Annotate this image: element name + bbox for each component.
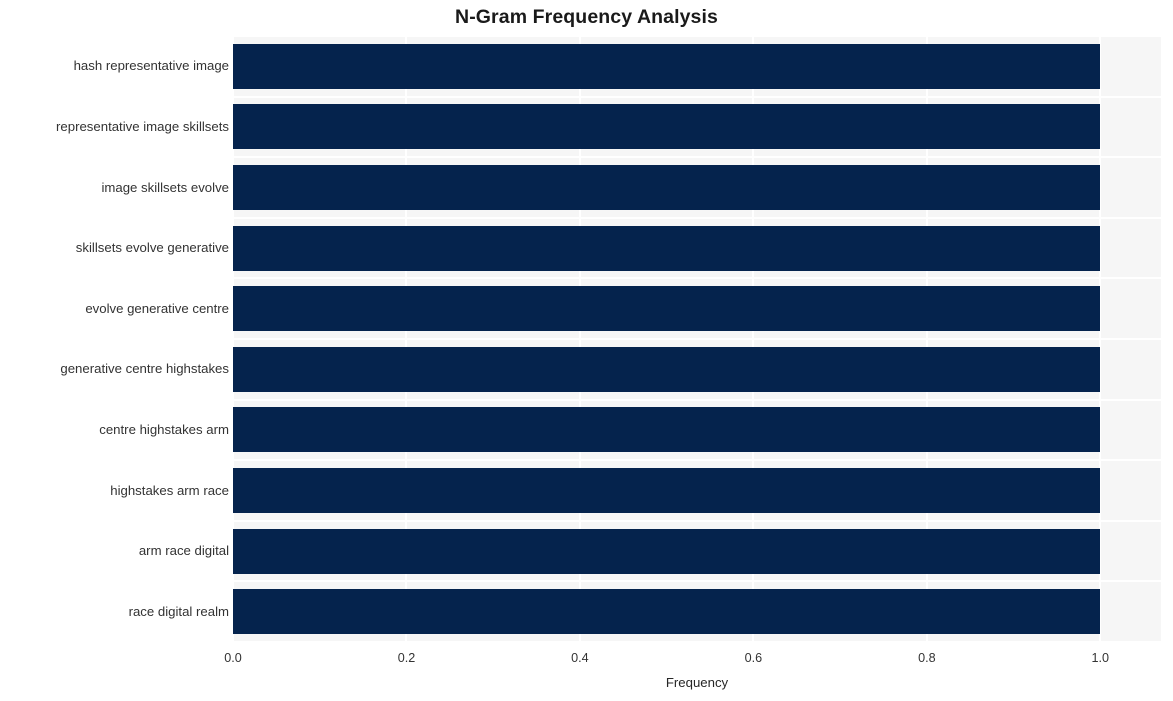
gridline-horizontal [233,156,1161,159]
bar [233,528,1101,574]
bar [233,407,1101,453]
bar [233,165,1101,210]
gridline-horizontal [233,641,1161,642]
x-tick-label: 0.6 [744,651,763,665]
y-tick-label: centre highstakes arm [99,421,229,437]
gridline-horizontal [233,36,1161,37]
y-tick-label: race digital realm [128,603,229,619]
x-tick-label: 0.0 [224,651,242,665]
bar [233,468,1101,513]
bar [233,43,1101,89]
y-tick-label: representative image skillsets [56,118,229,134]
y-tick-label: highstakes arm race [110,482,229,498]
bar [233,286,1101,332]
x-tick-label: 0.2 [397,651,416,665]
y-tick-label: evolve generative centre [85,300,229,316]
gridline-horizontal [233,398,1161,401]
gridline-horizontal [233,95,1161,98]
bar [233,225,1101,271]
y-tick-label: generative centre highstakes [60,361,229,377]
y-tick-label: skillsets evolve generative [75,240,229,256]
x-tick-label: 1.0 [1091,651,1110,665]
x-tick-label: 0.4 [571,651,589,665]
y-tick-label: hash representative image [73,58,229,74]
bar [233,589,1101,635]
bar [233,346,1101,392]
gridline-horizontal [233,216,1161,219]
x-tick-label: 0.8 [918,651,936,665]
gridline-horizontal [233,277,1161,280]
gridline-horizontal [233,338,1161,340]
gridline-horizontal [233,580,1161,583]
gridline-horizontal [233,459,1161,462]
gridline-horizontal [233,519,1161,522]
bar [233,104,1101,150]
x-axis-label: Frequency [665,675,729,690]
plot-area [233,36,1161,642]
chart-title: N-Gram Frequency Analysis [455,6,718,28]
y-tick-label: arm race digital [138,543,229,559]
chart-figure: N-Gram Frequency Analysis hash represent… [0,0,1173,701]
y-tick-label: image skillsets evolve [101,179,229,195]
